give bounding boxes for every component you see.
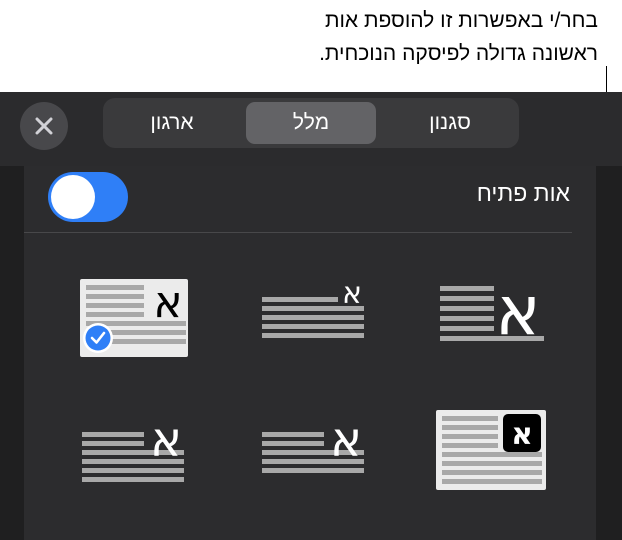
- drop-cap-label: אות פתיח: [476, 180, 570, 206]
- drop-cap-letter: א: [342, 277, 362, 311]
- drop-cap-style-medium-inline-a[interactable]: א: [254, 412, 374, 492]
- drop-cap-toggle[interactable]: [48, 172, 128, 222]
- drop-cap-style-dark-box[interactable]: א: [432, 410, 552, 494]
- drop-cap-section: אות פתיח א א א א א א: [24, 166, 596, 540]
- section-divider: [24, 232, 572, 233]
- tab-style[interactable]: סגנון: [385, 102, 515, 144]
- drop-cap-letter: א: [495, 272, 540, 351]
- format-panel: ארגון מלל סגנון אות פתיח א א א א א א: [0, 92, 622, 540]
- drop-cap-letter: א: [150, 412, 182, 468]
- toggle-knob: [51, 175, 95, 219]
- tab-text[interactable]: מלל: [246, 102, 376, 144]
- close-icon: [35, 117, 53, 135]
- close-button[interactable]: [20, 102, 68, 150]
- panel-toolbar: ארגון מלל סגנון: [0, 92, 622, 166]
- callout-line-2: ראשונה גדולה לפיסקה הנוכחית.: [319, 42, 598, 65]
- drop-cap-style-boxed-corner[interactable]: א: [74, 277, 194, 357]
- drop-cap-style-medium-inline-b[interactable]: א: [74, 412, 194, 492]
- callout-text: בחר/י באפשרות זו להוספת אות ראשונה גדולה…: [198, 4, 598, 70]
- callout-line-1: בחר/י באפשרות זו להוספת אות: [324, 9, 598, 32]
- drop-cap-style-small-raised[interactable]: א: [254, 277, 374, 357]
- drop-cap-letter: א: [511, 417, 533, 452]
- checkmark-icon: [85, 325, 111, 351]
- tab-bar: ארגון מלל סגנון: [103, 98, 519, 148]
- tab-arrange[interactable]: ארגון: [107, 102, 237, 144]
- drop-cap-letter: א: [330, 412, 362, 468]
- drop-cap-style-large-inline[interactable]: א: [432, 272, 552, 358]
- drop-cap-letter: א: [153, 277, 182, 328]
